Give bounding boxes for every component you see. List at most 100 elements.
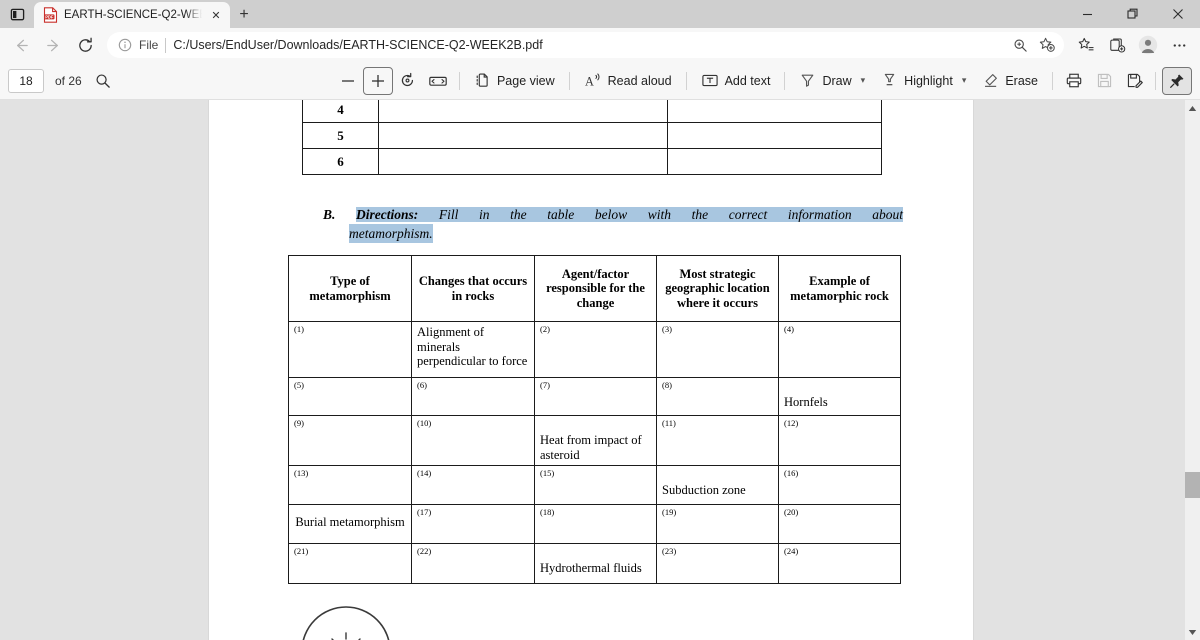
close-window-icon[interactable] [1155, 0, 1200, 28]
highlight-button[interactable]: Highlight ▾ [873, 67, 974, 95]
toolbar-divider [784, 71, 786, 90]
answer-cell[interactable]: Subduction zone [656, 465, 779, 505]
address-bar[interactable]: File C:/Users/EndUser/Downloads/EARTH-SC… [107, 32, 1064, 58]
profile-icon[interactable] [1133, 31, 1163, 59]
answer-cell[interactable]: (23) [656, 543, 779, 584]
collections-icon[interactable] [1102, 31, 1132, 59]
answer-cell[interactable]: (12) [778, 415, 901, 466]
column-header: Example of metamorphic rock [778, 255, 901, 322]
answer-cell[interactable]: (10) [411, 415, 535, 466]
blank-number: (3) [662, 324, 672, 334]
highlight-label: Highlight [904, 73, 953, 88]
pin-toolbar-button[interactable] [1162, 66, 1192, 95]
read-aloud-label: Read aloud [607, 73, 672, 88]
zoom-icon[interactable] [1007, 34, 1033, 56]
answer-cell[interactable]: Hydrothermal fluids [534, 543, 657, 584]
refresh-icon[interactable] [70, 31, 100, 59]
answer-cell[interactable]: (19) [656, 504, 779, 544]
blank-number: (21) [294, 546, 309, 556]
answer-cell[interactable]: (15) [534, 465, 657, 505]
info-icon[interactable] [117, 38, 132, 53]
vertical-scrollbar[interactable] [1185, 100, 1200, 640]
answer-cell[interactable]: (3) [656, 321, 779, 378]
rotate-icon[interactable] [393, 67, 423, 95]
blank-number: (2) [540, 324, 550, 334]
answer-cell[interactable]: Hornfels [778, 377, 901, 416]
pdf-icon: PDF [43, 7, 58, 23]
blank-number: (19) [662, 507, 677, 517]
chevron-down-icon[interactable]: ▾ [962, 75, 967, 86]
answer-cell[interactable]: (13) [288, 465, 412, 505]
page-view-button[interactable]: Page view [466, 67, 563, 95]
answer-cell[interactable]: Alignment of minerals perpendicular to f… [411, 321, 535, 378]
erase-button[interactable]: Erase [974, 67, 1046, 95]
answer-cell[interactable]: (1) [288, 321, 412, 378]
settings-more-icon[interactable] [1164, 31, 1194, 59]
answer-cell[interactable]: (20) [778, 504, 901, 544]
answer-cell[interactable] [667, 122, 882, 149]
add-text-icon [701, 74, 718, 87]
zoom-in-button[interactable] [362, 66, 393, 95]
maximize-icon[interactable] [1110, 0, 1155, 28]
zoom-out-icon[interactable] [333, 67, 363, 95]
answer-cell[interactable] [667, 148, 882, 175]
answer-cell[interactable]: (2) [534, 321, 657, 378]
answer-cell[interactable]: (21) [288, 543, 412, 584]
read-aloud-button[interactable]: A Read aloud [576, 67, 680, 95]
table-head: Type of metamorphism Changes that occurs… [288, 255, 901, 322]
answer-text: Subduction zone [662, 483, 746, 497]
answer-cell[interactable]: (17) [411, 504, 535, 544]
pin-icon [1170, 74, 1184, 88]
draw-button[interactable]: Draw ▾ [791, 67, 873, 95]
directions-block: B. Directions: Fill in the table below w… [323, 205, 903, 243]
fit-to-page-icon[interactable] [423, 67, 453, 95]
answer-cell[interactable]: (9) [288, 415, 412, 466]
save-icon[interactable] [1089, 67, 1119, 95]
table-row: 6 [302, 148, 882, 175]
new-tab-icon[interactable]: + [230, 2, 258, 28]
tab-actions-icon[interactable] [0, 0, 34, 28]
answer-cell[interactable] [377, 148, 669, 175]
scroll-up-icon[interactable] [1185, 100, 1200, 116]
print-icon[interactable] [1059, 67, 1089, 95]
answer-cell[interactable] [377, 122, 669, 149]
minimize-icon[interactable] [1065, 0, 1110, 28]
favorites-icon[interactable] [1071, 31, 1101, 59]
forward-icon[interactable] [38, 31, 68, 59]
row-number: 4 [302, 100, 379, 123]
scroll-down-icon[interactable] [1185, 624, 1200, 640]
chevron-down-icon[interactable]: ▾ [861, 75, 866, 86]
column-header: Changes that occurs in rocks [411, 255, 535, 322]
answer-cell[interactable]: Burial metamorphism [288, 504, 412, 544]
answer-cell[interactable]: (5) [288, 377, 412, 416]
blank-number: (8) [662, 380, 672, 390]
blank-number: (9) [294, 418, 304, 428]
add-favorite-icon[interactable] [1034, 34, 1060, 56]
answer-cell[interactable]: (11) [656, 415, 779, 466]
search-icon[interactable] [88, 67, 118, 95]
answer-cell[interactable]: (24) [778, 543, 901, 584]
back-icon[interactable] [6, 31, 36, 59]
close-icon[interactable]: ✕ [208, 7, 224, 23]
answer-cell[interactable]: (7) [534, 377, 657, 416]
add-text-button[interactable]: Add text [693, 67, 779, 95]
answer-cell[interactable]: (16) [778, 465, 901, 505]
answer-cell[interactable]: (4) [778, 321, 901, 378]
read-aloud-icon: A [585, 73, 600, 89]
answer-cell[interactable]: (14) [411, 465, 535, 505]
answer-cell[interactable]: Heat from impact of asteroid [534, 415, 657, 466]
file-scheme-label: File [139, 38, 159, 52]
save-as-icon[interactable] [1119, 67, 1149, 95]
highlighter-icon [884, 73, 895, 86]
blank-number: (10) [417, 418, 432, 428]
browser-tab[interactable]: PDF EARTH-SCIENCE-Q2-WEEK2B.pdf ✕ [34, 2, 230, 28]
answer-text: Heat from impact of asteroid [540, 433, 642, 462]
answer-cell[interactable]: (18) [534, 504, 657, 544]
scrollbar-thumb[interactable] [1185, 472, 1200, 498]
answer-cell[interactable] [377, 100, 669, 123]
answer-cell[interactable]: (22) [411, 543, 535, 584]
page-number-input[interactable]: 18 [8, 68, 44, 93]
answer-cell[interactable] [667, 100, 882, 123]
answer-cell[interactable]: (8) [656, 377, 779, 416]
answer-cell[interactable]: (6) [411, 377, 535, 416]
